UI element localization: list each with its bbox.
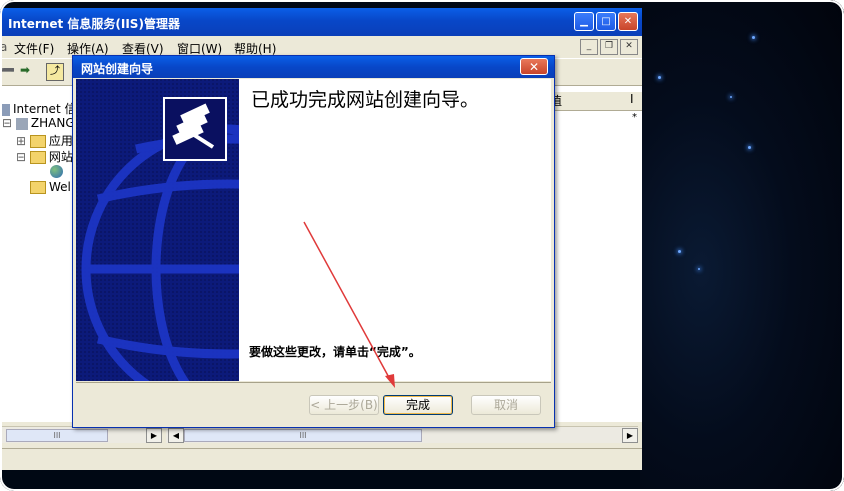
close-icon[interactable]: ✕ bbox=[618, 12, 638, 31]
iis-title-bar[interactable]: Internet 信息服务(IIS)管理器 ▁ □ ✕ bbox=[0, 8, 642, 36]
tree-server-label: ZHANG bbox=[30, 116, 75, 130]
scroll-right-icon[interactable]: ▶ bbox=[146, 428, 162, 443]
up-folder-icon[interactable]: ⤴ bbox=[46, 63, 64, 81]
minimize-icon[interactable]: ▁ bbox=[574, 12, 594, 31]
desktop-background bbox=[640, 0, 844, 491]
forward-arrow-icon[interactable]: ➡ bbox=[20, 63, 30, 79]
folder-icon bbox=[30, 181, 46, 194]
wizard-content: 已成功完成网站创建向导。 要做这些更改，请单击“完成”。 bbox=[239, 79, 551, 381]
tree-root-label: Internet 信 bbox=[13, 102, 77, 116]
menu-bar: a 文件(F) 操作(A) 查看(V) 窗口(W) 帮助(H) _ ❐ ✕ bbox=[0, 38, 642, 56]
wizard-instruction: 要做这些更改，请单击“完成”。 bbox=[249, 345, 421, 359]
tree-root[interactable]: Internet 信 bbox=[0, 100, 76, 117]
website-wizard-dialog: 网站创建向导 ✕ 已成功完成网站创建向导。 要做这些更改，请单击“完成”。 < … bbox=[72, 55, 555, 428]
column-header-extra[interactable]: I bbox=[630, 92, 642, 111]
computer-icon bbox=[0, 103, 10, 116]
column-header-value[interactable]: 值 bbox=[550, 92, 630, 111]
menu-file[interactable]: 文件(F) bbox=[14, 40, 54, 57]
screenshot-frame: Internet 信息服务(IIS)管理器 ▁ □ ✕ a 文件(F) 操作(A… bbox=[0, 0, 844, 491]
scroll-left-icon[interactable]: ◀ bbox=[168, 428, 184, 443]
folder-icon bbox=[29, 135, 46, 148]
tree-hscrollbar[interactable]: III ▶ bbox=[0, 426, 162, 443]
book-icon bbox=[163, 97, 227, 161]
menu-icon: a bbox=[0, 40, 8, 54]
wizard-heading: 已成功完成网站创建向导。 bbox=[251, 89, 480, 111]
tree-app-pools[interactable]: ⊞ 应用 bbox=[16, 132, 73, 149]
scroll-right-icon[interactable]: ▶ bbox=[622, 428, 638, 443]
folder-icon bbox=[29, 151, 46, 164]
wizard-side-banner bbox=[76, 79, 239, 381]
globe-icon bbox=[50, 165, 63, 178]
tree-server[interactable]: ⊟ ZHANG bbox=[2, 116, 75, 130]
mdi-minimize-icon[interactable]: _ bbox=[580, 39, 598, 55]
cancel-button[interactable]: 取消 bbox=[471, 395, 541, 415]
finish-button[interactable]: 完成 bbox=[383, 395, 453, 415]
wizard-separator bbox=[76, 382, 551, 383]
tree-app-pools-label: 应用 bbox=[48, 134, 73, 148]
mdi-restore-icon[interactable]: ❐ bbox=[600, 39, 618, 55]
back-button[interactable]: < 上一步(B) bbox=[309, 395, 379, 415]
status-bar bbox=[0, 448, 642, 469]
column-header-extra-label: I bbox=[630, 92, 634, 106]
tree-web-ext-label: Wel bbox=[49, 180, 71, 194]
mdi-close-icon[interactable]: ✕ bbox=[620, 39, 638, 55]
list-hscrollbar[interactable]: ◀ III ▶ bbox=[166, 426, 638, 443]
maximize-icon[interactable]: □ bbox=[596, 12, 616, 31]
list-hscroll-thumb[interactable]: III bbox=[184, 429, 422, 442]
iis-window-title: Internet 信息服务(IIS)管理器 bbox=[8, 17, 180, 31]
wizard-title-bar[interactable]: 网站创建向导 ✕ bbox=[73, 56, 554, 78]
list-marker: * bbox=[632, 112, 637, 123]
close-icon[interactable]: ✕ bbox=[520, 58, 548, 75]
back-arrow-icon[interactable]: ➖ bbox=[0, 63, 15, 79]
tree-web-ext[interactable]: Wel bbox=[30, 180, 71, 194]
server-icon bbox=[15, 117, 28, 130]
tree-websites[interactable]: ⊟ 网站 bbox=[16, 148, 73, 165]
wizard-title: 网站创建向导 bbox=[81, 62, 154, 76]
tree-websites-label: 网站 bbox=[48, 150, 73, 164]
tree-hscroll-thumb[interactable]: III bbox=[6, 429, 108, 442]
tree-default-site[interactable] bbox=[50, 164, 63, 178]
